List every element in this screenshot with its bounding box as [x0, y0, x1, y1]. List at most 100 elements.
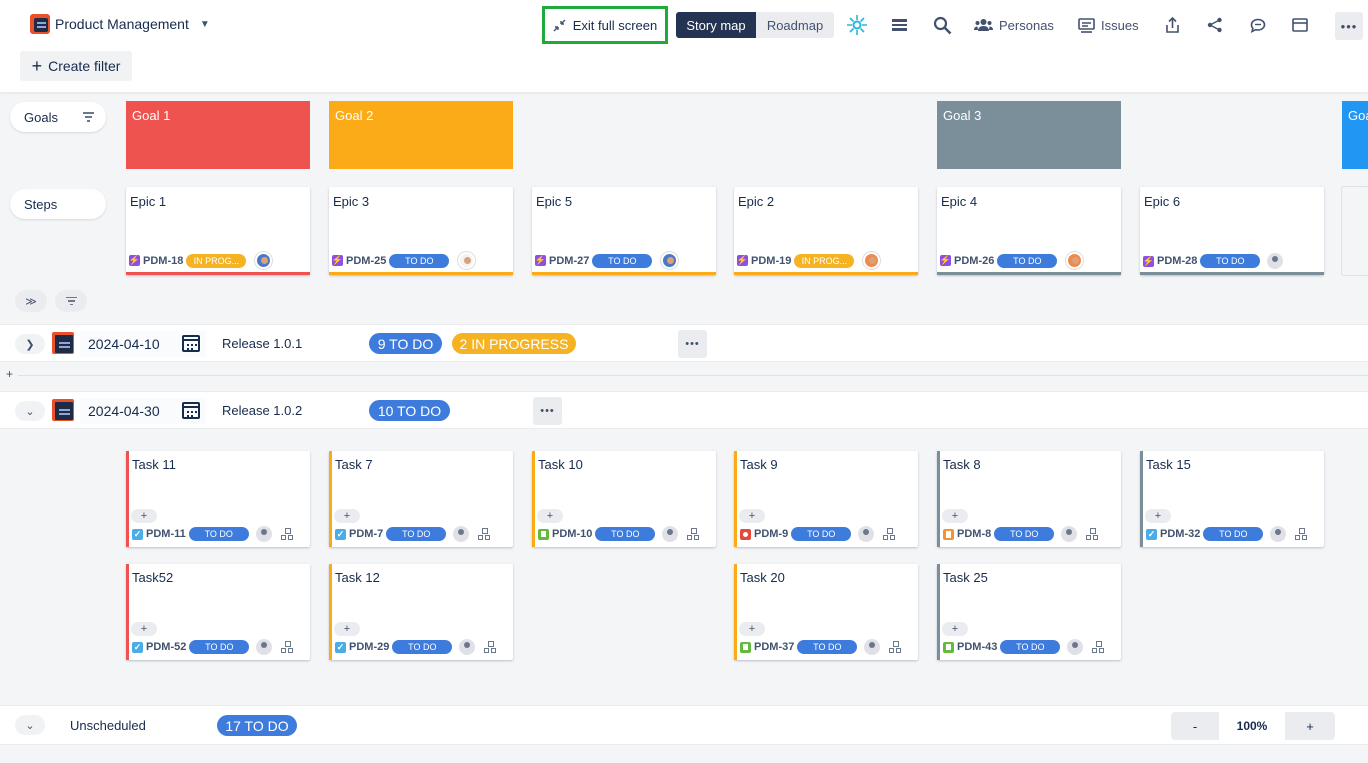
epic-card[interactable]: Epic 5 ⚡ PDM-27 TO DO [532, 187, 716, 275]
task-card[interactable]: Task 10 + PDM-10 TO DO [532, 451, 716, 547]
issue-key[interactable]: PDM-28 [1157, 255, 1197, 267]
more-options-button[interactable]: ••• [1335, 12, 1363, 40]
unassigned-avatar-icon[interactable] [858, 526, 875, 542]
goals-row-header[interactable]: Goals [10, 102, 106, 132]
issue-key[interactable]: PDM-10 [552, 528, 592, 540]
status-badge[interactable]: TO DO [997, 253, 1058, 268]
issue-key[interactable]: PDM-52 [146, 641, 186, 653]
personas-button[interactable]: Personas [974, 12, 1054, 38]
status-badge[interactable]: TO DO [994, 527, 1055, 541]
avatar[interactable] [1066, 252, 1084, 269]
unassigned-avatar-icon[interactable] [864, 639, 881, 655]
task-card[interactable]: Task 7 + ✓ PDM-7 TO DO [329, 451, 513, 547]
issue-key[interactable]: PDM-18 [143, 255, 183, 267]
add-subtask-button[interactable]: + [1145, 509, 1171, 523]
add-subtask-button[interactable]: + [334, 509, 360, 523]
goal-card[interactable]: Goal 2 [329, 101, 513, 169]
unassigned-avatar-icon[interactable] [1270, 526, 1287, 542]
issue-key[interactable]: PDM-8 [957, 528, 991, 540]
search-button[interactable] [933, 12, 952, 38]
calendar-icon[interactable] [182, 335, 200, 352]
status-badge[interactable]: TO DO [386, 527, 447, 541]
hierarchy-icon[interactable] [1086, 528, 1098, 540]
goal-card[interactable]: Goal 3 [937, 101, 1121, 169]
task-card[interactable]: Task 25 + PDM-43 TO DO [937, 564, 1121, 660]
release-options-button[interactable]: ••• [533, 397, 562, 425]
unassigned-avatar-icon[interactable] [662, 526, 679, 542]
collapse-release-button[interactable]: ⌄ [15, 401, 45, 421]
add-subtask-button[interactable]: + [739, 622, 765, 636]
release-name[interactable]: Release 1.0.2 [222, 403, 302, 418]
add-subtask-button[interactable]: + [131, 509, 157, 523]
comments-button[interactable] [1250, 12, 1266, 38]
epic-card[interactable]: Epic 6 ⚡ PDM-28 TO DO [1140, 187, 1324, 275]
hierarchy-icon[interactable] [1092, 641, 1104, 653]
unassigned-avatar-icon[interactable] [453, 526, 470, 542]
filter-button[interactable] [55, 290, 87, 312]
filter-icon[interactable] [83, 112, 94, 122]
expand-release-button[interactable]: ❯ [15, 334, 45, 354]
epic-card[interactable]: Epic 4 ⚡ PDM-26 TO DO [937, 187, 1121, 275]
issue-key[interactable]: PDM-32 [1160, 528, 1200, 540]
add-release-divider[interactable]: + [0, 366, 1368, 386]
hierarchy-icon[interactable] [478, 528, 490, 540]
hierarchy-icon[interactable] [1295, 528, 1307, 540]
status-badge[interactable]: TO DO [189, 640, 250, 654]
hierarchy-icon[interactable] [280, 528, 293, 540]
release-date-picker[interactable]: 2024-04-30 [80, 398, 206, 424]
collapse-all-button[interactable]: ≫ [15, 290, 47, 312]
hierarchy-icon[interactable] [687, 528, 699, 540]
add-subtask-button[interactable]: + [334, 622, 360, 636]
release-name[interactable]: Release 1.0.1 [222, 336, 302, 351]
steps-row-header[interactable]: Steps [10, 189, 106, 219]
release-date-picker[interactable]: 2024-04-10 [80, 331, 206, 357]
epic-card[interactable]: Epic 1 ⚡ PDM-18 IN PROG... [126, 187, 310, 275]
view-roadmap-button[interactable]: Roadmap [756, 12, 834, 38]
unassigned-avatar-icon[interactable] [256, 639, 273, 655]
create-filter-button[interactable]: + Create filter [20, 51, 132, 81]
task-card[interactable]: Task52 + ✓ PDM-52 TO DO [126, 564, 310, 660]
add-subtask-button[interactable]: + [942, 509, 968, 523]
task-card[interactable]: Task 15 + ✓ PDM-32 TO DO [1140, 451, 1324, 547]
hierarchy-icon[interactable] [883, 528, 895, 540]
issue-key[interactable]: PDM-26 [954, 255, 994, 267]
zoom-in-button[interactable]: + [1285, 712, 1335, 740]
window-button[interactable] [1292, 12, 1308, 38]
status-badge[interactable]: TO DO [389, 253, 450, 268]
share-button[interactable] [1207, 12, 1223, 38]
unassigned-avatar-icon[interactable] [459, 639, 476, 655]
status-badge[interactable]: TO DO [1200, 254, 1261, 268]
project-selector[interactable]: Product Management ▼ [30, 14, 210, 34]
epic-card[interactable]: Epic 2 ⚡ PDM-19 IN PROG... [734, 187, 918, 275]
unassigned-avatar-icon[interactable] [1267, 253, 1284, 269]
add-subtask-button[interactable]: + [942, 622, 968, 636]
avatar[interactable] [255, 252, 273, 269]
unassigned-avatar-icon[interactable] [255, 526, 272, 542]
avatar[interactable] [661, 252, 679, 269]
export-button[interactable] [1165, 12, 1180, 38]
avatar[interactable] [863, 252, 881, 269]
hierarchy-icon[interactable] [281, 641, 293, 653]
add-subtask-button[interactable]: + [739, 509, 765, 523]
status-badge[interactable]: TO DO [392, 640, 453, 654]
hierarchy-icon[interactable] [484, 641, 496, 653]
goal-card[interactable]: Goa [1342, 101, 1368, 169]
status-badge[interactable]: IN PROG... [794, 253, 855, 268]
status-badge[interactable]: TO DO [188, 527, 249, 541]
task-card[interactable]: Task 9 + PDM-9 TO DO [734, 451, 918, 547]
goal-card[interactable]: Goal 1 [126, 101, 310, 169]
release-options-button[interactable]: ••• [678, 330, 707, 358]
issue-key[interactable]: PDM-25 [346, 255, 386, 267]
hierarchy-button[interactable] [845, 12, 869, 38]
zoom-out-button[interactable]: - [1171, 712, 1219, 740]
task-card[interactable]: Task 8 + PDM-8 TO DO [937, 451, 1121, 547]
unassigned-avatar-icon[interactable] [1061, 526, 1078, 542]
issue-key[interactable]: PDM-11 [146, 528, 186, 540]
compact-view-button[interactable] [891, 12, 908, 38]
add-subtask-button[interactable]: + [131, 622, 157, 636]
status-badge[interactable]: TO DO [1203, 527, 1264, 541]
task-card[interactable]: Task 12 + ✓ PDM-29 TO DO [329, 564, 513, 660]
status-badge[interactable]: TO DO [1000, 640, 1061, 654]
hierarchy-icon[interactable] [889, 641, 901, 653]
issue-key[interactable]: PDM-37 [754, 641, 794, 653]
